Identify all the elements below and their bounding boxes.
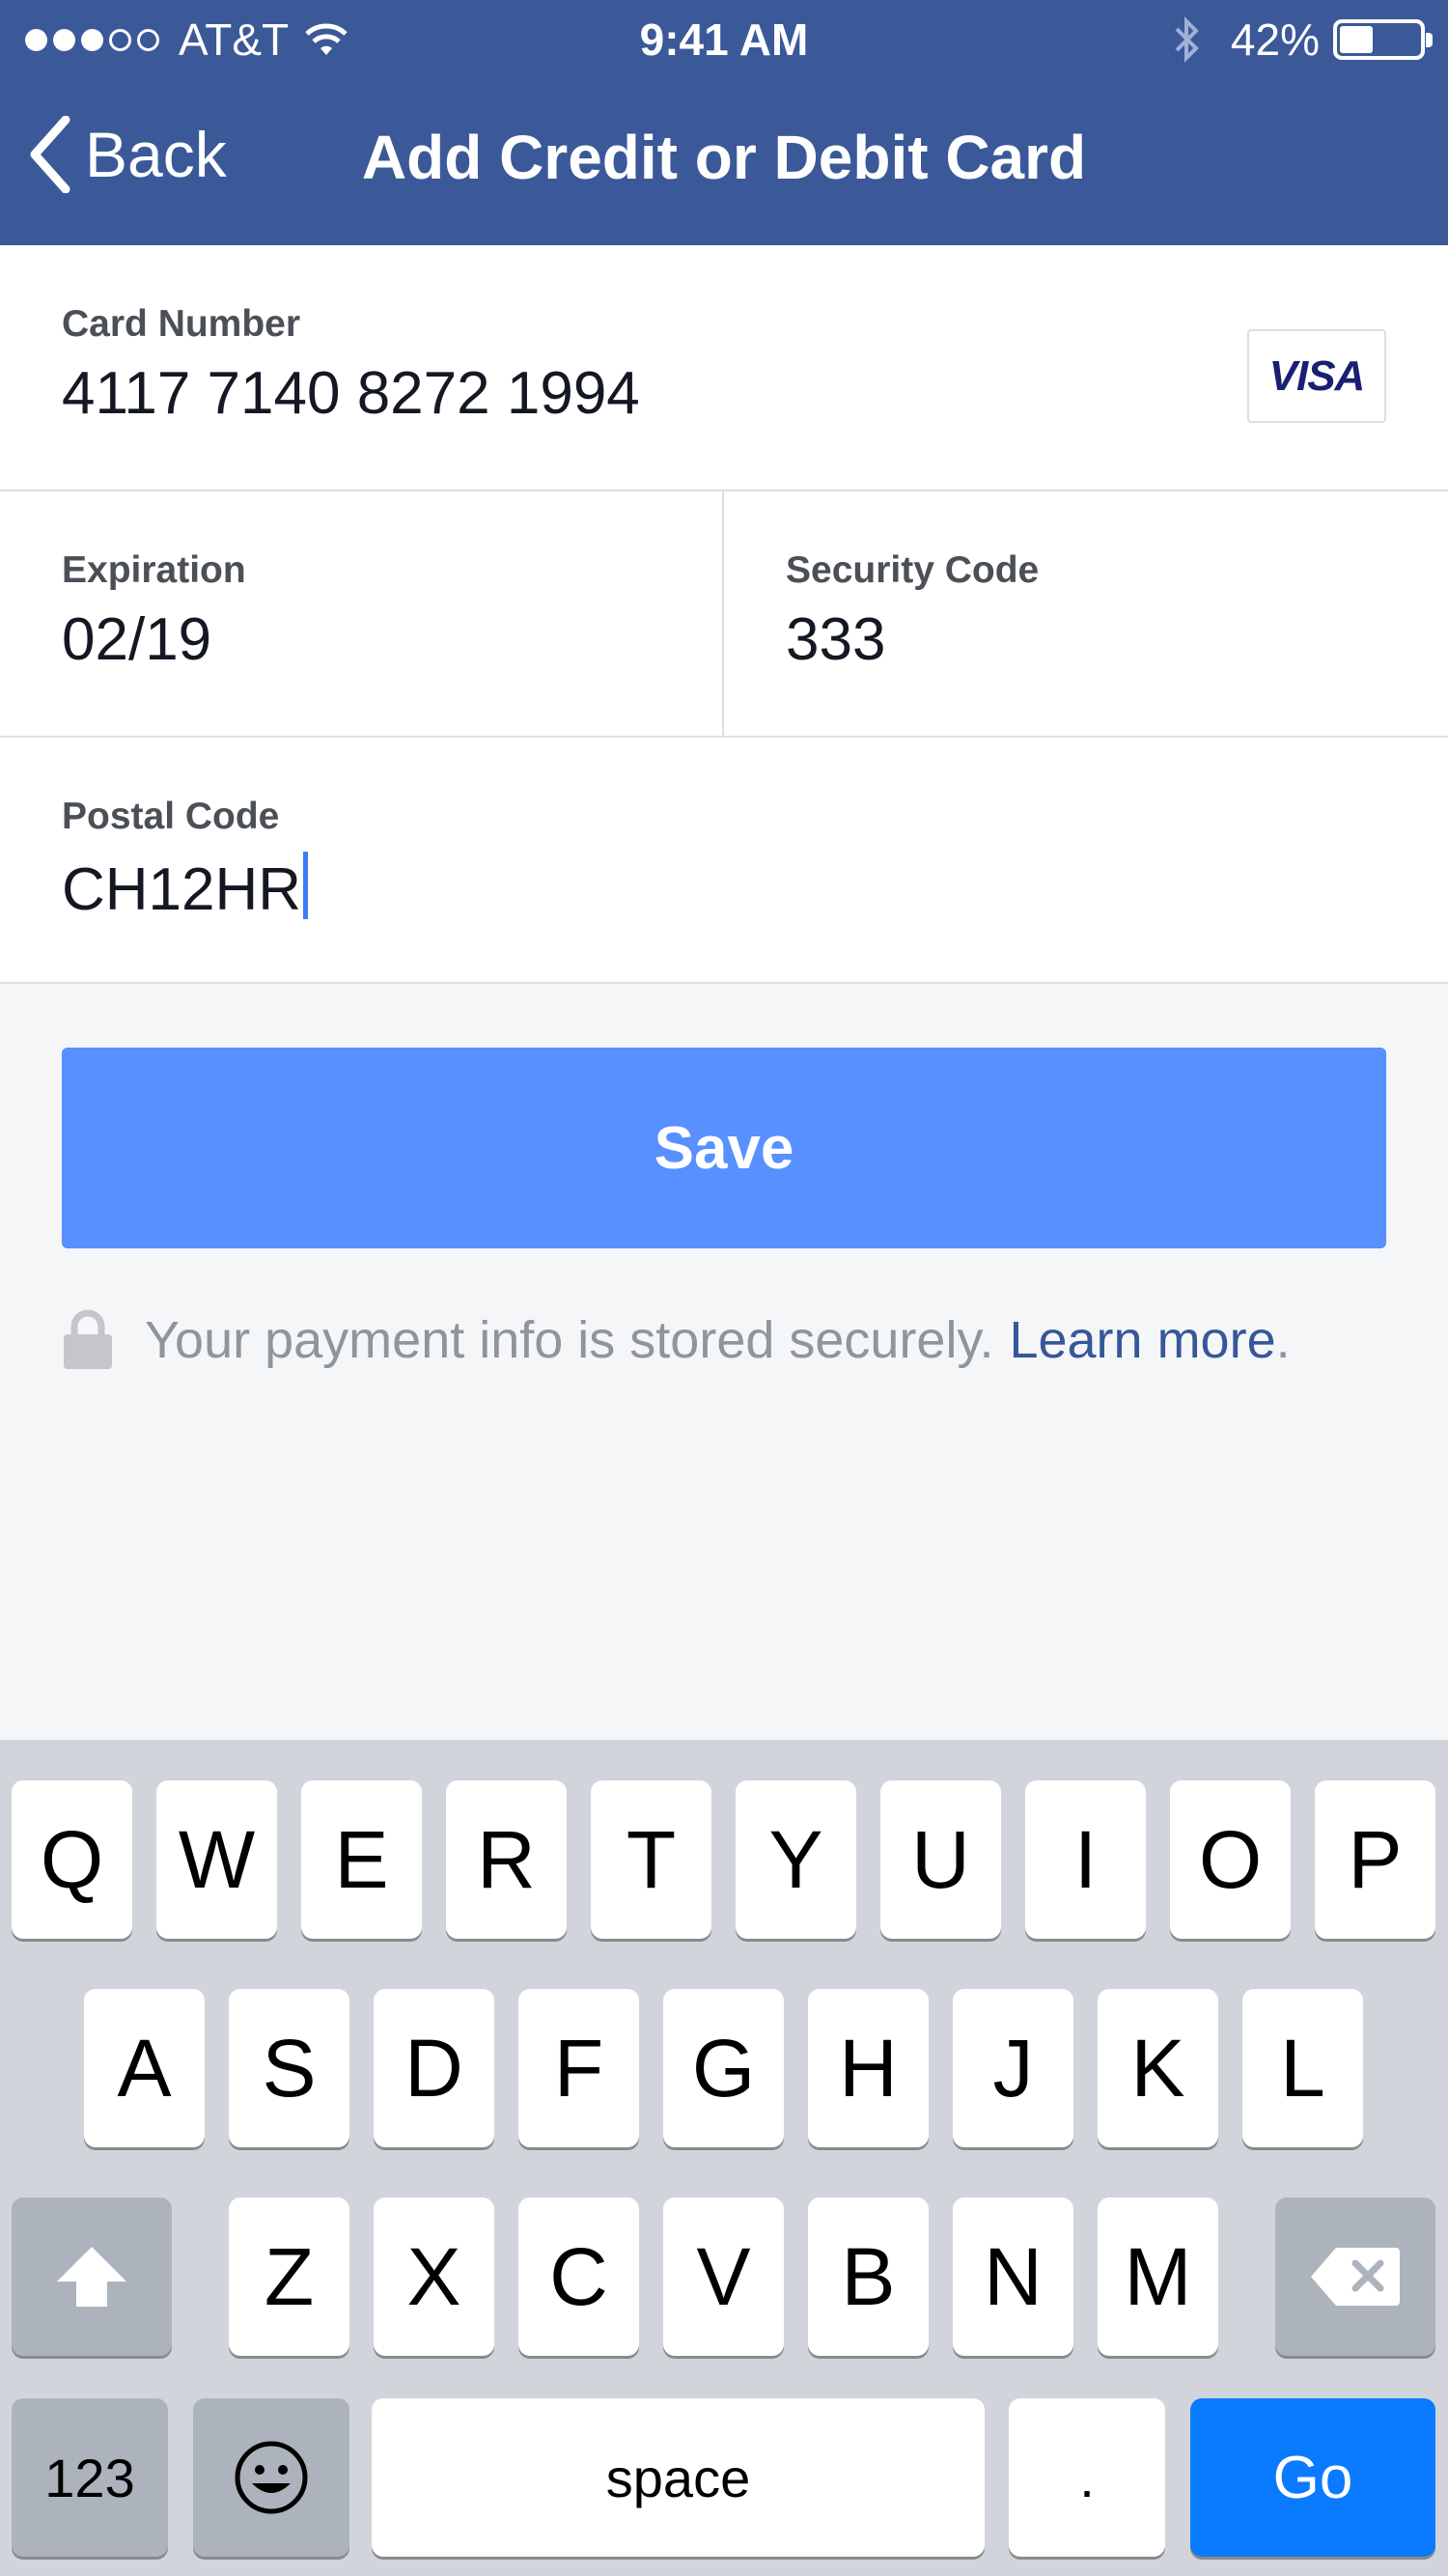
expiration-security-row: Expiration 02/19 Security Code 333 <box>0 491 1448 738</box>
battery-fill <box>1340 26 1373 53</box>
postal-code-label: Postal Code <box>62 796 280 837</box>
expiration-field-container[interactable]: Expiration 02/19 <box>0 491 722 736</box>
postal-code-field[interactable]: CH12HR <box>62 852 309 924</box>
shift-arrow-icon <box>57 2247 126 2307</box>
learn-more-link[interactable]: Learn more <box>1009 1310 1275 1370</box>
secure-note: Your payment info is stored securely. Le… <box>62 1309 1291 1371</box>
key-y[interactable]: Y <box>736 1780 856 1939</box>
lock-icon <box>64 1309 112 1369</box>
period-key[interactable]: . <box>1009 2398 1165 2557</box>
shift-key[interactable] <box>12 2198 172 2356</box>
space-key[interactable]: space <box>372 2398 985 2557</box>
status-right: 42% <box>1173 14 1433 66</box>
key-e[interactable]: E <box>301 1780 422 1939</box>
key-p[interactable]: P <box>1315 1780 1435 1939</box>
card-number-label: Card Number <box>62 303 301 345</box>
key-u[interactable]: U <box>880 1780 1001 1939</box>
key-q[interactable]: Q <box>12 1780 132 1939</box>
keyboard: Q W E R T Y U I O P A S D F G H J K L Z … <box>0 1740 1448 2576</box>
secure-note-period: . <box>1275 1311 1291 1369</box>
key-m[interactable]: M <box>1098 2198 1218 2356</box>
secure-note-text: Your payment info is stored securely. <box>145 1311 994 1369</box>
security-code-label: Security Code <box>786 549 1040 591</box>
save-button[interactable]: Save <box>62 1048 1386 1248</box>
security-code-field-container[interactable]: Security Code 333 <box>724 491 1448 736</box>
key-k[interactable]: K <box>1098 1989 1218 2147</box>
key-l[interactable]: L <box>1242 1989 1363 2147</box>
page-title: Add Credit or Debit Card <box>0 122 1448 193</box>
key-c[interactable]: C <box>518 2198 639 2356</box>
numbers-key[interactable]: 123 <box>12 2398 168 2557</box>
expiration-label: Expiration <box>62 549 246 591</box>
key-d[interactable]: D <box>374 1989 494 2147</box>
key-f[interactable]: F <box>518 1989 639 2147</box>
key-g[interactable]: G <box>663 1989 784 2147</box>
key-n[interactable]: N <box>953 2198 1073 2356</box>
key-x[interactable]: X <box>374 2198 494 2356</box>
key-t[interactable]: T <box>591 1780 711 1939</box>
key-i[interactable]: I <box>1025 1780 1146 1939</box>
go-key[interactable]: Go <box>1190 2398 1435 2557</box>
card-number-row[interactable]: Card Number 4117 7140 8272 1994 VISA <box>0 245 1448 491</box>
visa-logo-icon: VISA <box>1247 329 1386 423</box>
delete-key[interactable] <box>1275 2198 1435 2356</box>
key-o[interactable]: O <box>1170 1780 1291 1939</box>
key-a[interactable]: A <box>84 1989 205 2147</box>
postal-code-row[interactable]: Postal Code CH12HR <box>0 738 1448 984</box>
status-bar: AT&T 9:41 AM 42% <box>0 0 1448 81</box>
key-b[interactable]: B <box>808 2198 929 2356</box>
battery-percent: 42% <box>1230 14 1320 65</box>
key-z[interactable]: Z <box>229 2198 349 2356</box>
expiration-field[interactable]: 02/19 <box>62 605 211 674</box>
battery-nub <box>1426 33 1433 47</box>
page-title-text: Add Credit or Debit Card <box>361 123 1087 192</box>
card-number-field[interactable]: 4117 7140 8272 1994 <box>62 359 640 428</box>
backspace-icon <box>1311 2248 1400 2306</box>
key-s[interactable]: S <box>229 1989 349 2147</box>
card-form: Card Number 4117 7140 8272 1994 VISA Exp… <box>0 245 1448 984</box>
security-code-field[interactable]: 333 <box>786 605 885 674</box>
key-v[interactable]: V <box>663 2198 784 2356</box>
emoji-key[interactable] <box>193 2398 349 2557</box>
bluetooth-icon <box>1175 16 1199 63</box>
navigation-header: AT&T 9:41 AM 42% Back Add Credit or Debi… <box>0 0 1448 245</box>
text-cursor <box>303 852 309 919</box>
emoji-icon <box>235 2441 308 2514</box>
postal-code-value: CH12HR <box>62 856 302 923</box>
key-w[interactable]: W <box>156 1780 277 1939</box>
key-j[interactable]: J <box>953 1989 1073 2147</box>
key-r[interactable]: R <box>446 1780 567 1939</box>
battery-icon <box>1333 19 1433 60</box>
key-h[interactable]: H <box>808 1989 929 2147</box>
